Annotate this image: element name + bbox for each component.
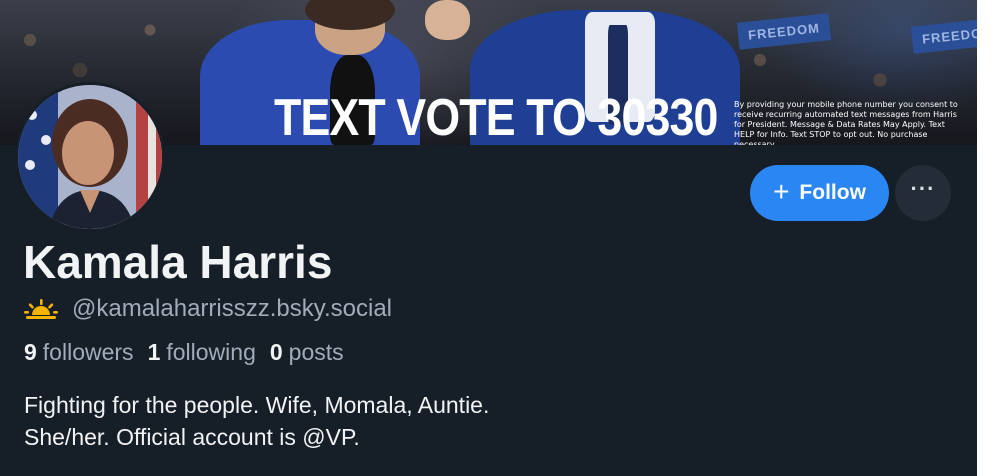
avatar[interactable] xyxy=(15,82,165,232)
posts-label: posts xyxy=(288,339,344,365)
posts-stat: 0 posts xyxy=(270,339,344,366)
bio-line: Fighting for the people. Wife, Momala, A… xyxy=(24,392,490,418)
banner-disclaimer: By providing your mobile phone number yo… xyxy=(734,100,958,145)
followers-label: followers xyxy=(42,339,134,365)
following-link[interactable]: 1 following xyxy=(148,339,256,366)
page-edge xyxy=(977,0,1000,476)
banner-headline: TEXT VOTE TO 30330 xyxy=(274,89,718,145)
profile-bio: Fighting for the people. Wife, Momala, A… xyxy=(24,389,724,453)
handle-row: @kamalaharrisszz.bsky.social xyxy=(24,293,392,325)
more-options-icon: ··· xyxy=(910,176,936,201)
banner-joined-hands xyxy=(425,0,470,40)
profile-handle[interactable]: @kamalaharrisszz.bsky.social xyxy=(72,295,392,323)
more-options-button[interactable]: ··· xyxy=(895,165,951,221)
profile-stats: 9 followers 1 following 0 posts xyxy=(24,339,344,366)
display-name: Kamala Harris xyxy=(23,236,333,288)
plus-icon: + xyxy=(773,175,790,207)
following-label: following xyxy=(166,339,256,365)
following-count: 1 xyxy=(147,339,161,365)
profile-page: FREEDOM FREEDOM TEXT VOTE TO 30330 By pr… xyxy=(0,0,977,476)
bio-line: She/her. Official account is @VP. xyxy=(24,424,360,450)
avatar-portrait xyxy=(18,85,162,229)
followers-count: 9 xyxy=(24,339,37,365)
follow-button-label: Follow xyxy=(799,181,866,204)
follow-button[interactable]: + Follow xyxy=(750,165,889,221)
sun-icon xyxy=(24,299,58,319)
followers-link[interactable]: 9 followers xyxy=(24,339,134,366)
posts-count: 0 xyxy=(269,339,283,365)
